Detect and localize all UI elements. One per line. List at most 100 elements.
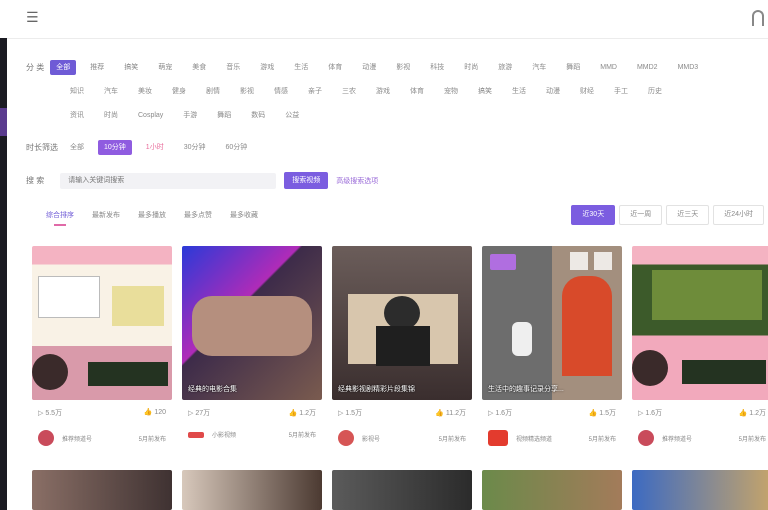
category-chip[interactable]: Cosplay [132,108,169,123]
category-chip[interactable]: 三农 [336,84,362,99]
sort-tab[interactable]: 最新发布 [92,210,120,224]
avatar[interactable] [38,430,54,446]
category-chip[interactable]: 宠物 [438,84,464,99]
avatar[interactable] [638,430,654,446]
sort-tab[interactable]: 综合排序 [46,210,74,226]
screen-icon[interactable] [570,252,588,270]
view-count: ▷ 1.6万 [488,410,513,417]
category-chip[interactable]: 健身 [166,84,192,99]
advanced-search-link[interactable]: 高级搜索选项 [336,176,378,186]
sort-tab[interactable]: 最多点赞 [184,210,212,224]
video-thumbnail[interactable] [32,246,172,400]
author-row[interactable]: 小影视频 5月前发布 [182,430,322,439]
category-chip[interactable]: 动漫 [540,84,566,99]
category-chip[interactable]: 财经 [574,84,600,99]
avatar[interactable] [488,430,508,446]
category-chip[interactable]: 音乐 [220,60,246,75]
category-chip[interactable]: MMD3 [672,60,705,75]
author-name[interactable]: 推荐频道号 [62,434,139,443]
category-chip[interactable]: 影视 [234,84,260,99]
headset-icon[interactable] [752,10,764,26]
category-chip[interactable]: 公益 [279,108,305,123]
view-count: ▷ 5.5万 [38,410,63,417]
time-range-tab[interactable]: 近三天 [666,205,710,225]
category-chip[interactable]: 体育 [404,84,430,99]
author-name[interactable]: 影视号 [362,434,439,443]
search-input[interactable] [60,172,277,189]
category-chip[interactable]: 历史 [642,84,668,99]
author-name[interactable]: 小影视频 [212,430,289,439]
category-chip[interactable]: 舞蹈 [560,60,586,75]
category-chip[interactable]: 美妆 [132,84,158,99]
search-button[interactable]: 搜索视频 [284,172,329,189]
category-chip[interactable]: 推荐 [84,60,110,75]
category-chip[interactable]: 资讯 [64,108,90,123]
category-chip[interactable]: 手工 [608,84,634,99]
category-chip[interactable]: 生活 [506,84,532,99]
video-thumbnail[interactable] [332,470,472,510]
author-name[interactable]: 视频精选频道 [516,434,589,443]
close-icon[interactable] [594,252,612,270]
video-thumbnail[interactable]: 经典的电影合集 [182,246,322,400]
video-card[interactable]: 经典的电影合集 ▷ 27万 👍 1.2万 小影视频 5月前发布 [182,246,322,439]
duration-chip[interactable]: 60分钟 [220,140,254,155]
video-card[interactable]: ▷ 1.6万 👍 1.2万 推荐频道号 5月前发布 [632,246,768,446]
video-thumbnail[interactable] [182,470,322,510]
category-chip[interactable]: 手游 [177,108,203,123]
author-row[interactable]: 推荐频道号 5月前发布 [32,430,172,446]
time-range-tab[interactable]: 近24小时 [713,205,764,225]
time-range-tab[interactable]: 近30天 [571,205,616,225]
category-chip[interactable]: 萌宠 [152,60,178,75]
category-chip[interactable]: 数码 [245,108,271,123]
author-row[interactable]: 影视号 5月前发布 [332,430,472,446]
video-card[interactable]: ▷ 5.5万 👍 120 推荐频道号 5月前发布 [32,246,172,446]
video-card[interactable]: 生活中的趣事记录分享... ▷ 1.6万 👍 1.5万 视频精选频道 5月前发布 [482,246,622,446]
avatar[interactable] [188,431,204,438]
sort-tab[interactable]: 最多收藏 [230,210,258,224]
duration-chip[interactable]: 30分钟 [178,140,212,155]
video-thumbnail[interactable] [632,246,768,400]
video-thumbnail[interactable] [632,470,768,510]
duration-chip[interactable]: 10分钟 [98,140,132,155]
video-thumbnail[interactable]: 生活中的趣事记录分享... [482,246,622,400]
category-chip[interactable]: 汽车 [526,60,552,75]
category-chip[interactable]: 剧情 [200,84,226,99]
category-chip[interactable]: 游戏 [370,84,396,99]
category-chip[interactable]: 时尚 [98,108,124,123]
play-icon: ▷ [338,410,344,417]
avatar[interactable] [338,430,354,446]
category-chip[interactable]: 全部 [50,60,77,75]
category-chip[interactable]: 体育 [322,60,348,75]
video-thumbnail[interactable] [32,470,172,510]
category-chip[interactable]: 汽车 [98,84,124,99]
category-chip[interactable]: 舞蹈 [211,108,237,123]
category-chip[interactable]: 美食 [186,60,212,75]
author-row[interactable]: 视频精选频道 5月前发布 [482,430,622,446]
category-chip[interactable]: 知识 [64,84,90,99]
category-chip[interactable]: 影视 [390,60,416,75]
menu-icon[interactable]: ☰ [26,10,40,24]
category-chip[interactable]: 搞笑 [472,84,498,99]
category-chip[interactable]: 生活 [288,60,314,75]
video-thumbnail[interactable] [482,470,622,510]
duration-chip[interactable]: 1小时 [140,140,170,155]
video-card[interactable]: 经典影视剧精彩片段集锦 ▷ 1.5万 👍 11.2万 影视号 5月前发布 [332,246,472,446]
view-count: ▷ 1.6万 [638,410,663,417]
category-chip[interactable]: 搞笑 [118,60,144,75]
author-name[interactable]: 推荐频道号 [662,434,739,443]
category-chip[interactable]: 科技 [424,60,450,75]
category-chip[interactable]: MMD [594,60,623,75]
category-chip[interactable]: 游戏 [254,60,280,75]
category-chip[interactable]: 时尚 [458,60,484,75]
category-chip[interactable]: 亲子 [302,84,328,99]
category-chip[interactable]: 旅游 [492,60,518,75]
author-row[interactable]: 推荐频道号 5月前发布 [632,430,768,446]
duration-chip[interactable]: 全部 [64,140,90,155]
category-chip[interactable]: 情感 [268,84,294,99]
category-chip[interactable]: MMD2 [631,60,664,75]
video-thumbnail[interactable]: 经典影视剧精彩片段集锦 [332,246,472,400]
sort-tab[interactable]: 最多播放 [138,210,166,224]
time-range-tab[interactable]: 近一周 [619,205,663,225]
category-chip[interactable]: 动漫 [356,60,382,75]
category-label: 分 类 [26,63,45,72]
